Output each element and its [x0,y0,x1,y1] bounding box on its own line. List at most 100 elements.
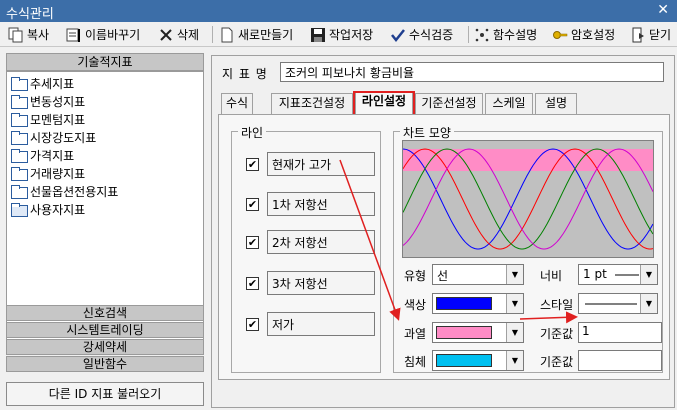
tree-item-label: 모멘텀지표 [30,112,86,127]
baseline-2-label: 기준값 [540,355,574,369]
line-settings-panel: 라인 ✔ 현재가 고가 ✔ 1차 저항선 ✔ 2차 저항선 ✔ 3차 저항선 ✔… [218,114,670,380]
tree-item-label: 거래량지표 [30,166,86,181]
tree-item-label: 가격지표 [30,148,75,163]
tab-line-settings[interactable]: 라인설정 [355,91,413,115]
tree-item-label: 시장강도지표 [30,130,97,145]
tree-item-trend[interactable]: 추세지표 [11,74,74,92]
close-icon[interactable]: ✕ [657,2,669,18]
baseline-1-label: 기준값 [540,327,574,341]
style-dropdown[interactable]: ▼ [578,293,658,314]
folder-icon [11,149,28,163]
chevron-down-icon[interactable]: ▼ [640,294,657,313]
line-row[interactable]: ✔ 3차 저항선 [246,271,375,295]
category-general-functions[interactable]: 일반함수 [6,356,204,372]
chevron-down-icon[interactable]: ▼ [506,351,523,370]
oversold-color-dropdown[interactable]: ▼ [432,350,524,371]
tab-formula[interactable]: 수식 [221,93,253,114]
width-dropdown[interactable]: 1 pt ▼ [578,264,658,285]
tree-item-label: 추세지표 [30,76,75,91]
delete-button[interactable]: 삭제 [158,24,199,45]
copy-button[interactable]: 복사 [8,24,49,45]
line-checkbox[interactable]: ✔ [246,276,259,290]
tree-item-market-strength[interactable]: 시장강도지표 [11,128,96,146]
color-swatch [436,297,492,310]
tab-baseline-settings[interactable]: 기준선설정 [415,93,483,114]
line-checkbox[interactable]: ✔ [246,235,259,249]
tree-item-price[interactable]: 가격지표 [11,146,74,164]
line-row[interactable]: ✔ 현재가 고가 [246,152,375,176]
line-label[interactable]: 1차 저항선 [267,192,375,216]
chevron-down-icon[interactable]: ▼ [506,294,523,313]
chevron-down-icon[interactable]: ▼ [640,265,657,284]
chevron-down-icon[interactable]: ▼ [506,323,523,342]
category-bull-bear[interactable]: 강세약세 [6,339,204,355]
line-style-preview [402,140,654,258]
indicator-name-input[interactable]: 조커의 피보나치 황금비율 [280,62,664,82]
line-row[interactable]: ✔ 저가 [246,312,375,336]
lines-group: 라인 ✔ 현재가 고가 ✔ 1차 저항선 ✔ 2차 저항선 ✔ 3차 저항선 ✔… [231,124,381,373]
tree-item-volume[interactable]: 거래량지표 [11,164,85,182]
close-label: 닫기 [649,28,672,42]
tree-item-label: 선물옵션전용지표 [30,184,119,199]
category-signal-search[interactable]: 신호검색 [6,305,204,321]
verify-button[interactable]: 수식검증 [390,24,453,45]
line-label[interactable]: 3차 저항선 [267,271,375,295]
toolbar: 복사 이름바꾸기 삭제 새로만들기 작업저장 수식검증 함수설명 암호설정 닫기 [0,22,677,47]
category-header[interactable]: 기술적지표 [6,53,204,71]
function-help-button[interactable]: 함수설명 [474,24,537,45]
style-label: 스타일 [540,298,574,312]
chevron-down-icon[interactable]: ▼ [506,265,523,284]
tab-condition-settings[interactable]: 지표조건설정 [271,93,353,114]
width-value: 1 pt [583,267,607,281]
color-dropdown[interactable]: ▼ [432,293,524,314]
checkmark-icon [390,27,406,43]
type-label: 유형 [404,269,427,283]
close-button[interactable]: 닫기 [630,24,671,45]
line-checkbox[interactable]: ✔ [246,157,259,171]
oversold-label: 침체 [404,355,427,369]
rename-label: 이름바꾸기 [85,28,141,42]
verify-label: 수식검증 [409,28,454,42]
baseline-1-input[interactable]: 1 [578,322,662,343]
delete-label: 삭제 [177,28,200,42]
overbought-color-dropdown[interactable]: ▼ [432,322,524,343]
line-label[interactable]: 2차 저항선 [267,230,375,254]
copy-icon [8,27,24,43]
tree-item-label: 사용자지표 [30,202,86,217]
line-row[interactable]: ✔ 1차 저항선 [246,192,375,216]
new-button[interactable]: 새로만들기 [219,24,293,45]
line-checkbox[interactable]: ✔ [246,197,259,211]
category-system-trading[interactable]: 시스템트레이딩 [6,322,204,338]
tree-item-user[interactable]: 사용자지표 [11,200,85,218]
tab-description[interactable]: 설명 [535,93,577,114]
folder-icon [11,95,28,109]
chart-shape-group: 차트 모양 유형 선 ▼ 너비 1 pt ▼ 색상 ▼ 스타일 ▼ 과열 ▼ 기… [393,124,663,373]
width-label: 너비 [540,269,563,283]
line-row[interactable]: ✔ 2차 저항선 [246,230,375,254]
tree-item-volatility[interactable]: 변동성지표 [11,92,85,110]
load-other-id-button[interactable]: 다른 ID 지표 불러오기 [6,382,204,406]
copy-label: 복사 [27,28,50,42]
tree-item-futures-options[interactable]: 선물옵션전용지표 [11,182,118,200]
line-label[interactable]: 저가 [267,312,375,336]
tree-item-label: 변동성지표 [30,94,86,109]
save-button[interactable]: 작업저장 [310,24,373,45]
password-button[interactable]: 암호설정 [552,24,615,45]
rename-button[interactable]: 이름바꾸기 [66,24,140,45]
indicator-sidebar: 기술적지표 추세지표 변동성지표 모멘텀지표 시장강도지표 가격지표 거래량지표… [2,51,206,407]
chart-shape-group-title: 차트 모양 [400,124,454,141]
tree-item-momentum[interactable]: 모멘텀지표 [11,110,85,128]
oversold-color-swatch [436,354,492,367]
line-label[interactable]: 현재가 고가 [267,152,375,176]
new-document-icon [219,27,235,43]
rename-icon [66,27,82,43]
color-label: 색상 [404,298,427,312]
lines-group-title: 라인 [238,124,267,141]
baseline-2-input[interactable] [578,350,662,371]
delete-icon [158,27,174,43]
window-title: 수식관리 [6,7,54,22]
folder-icon [11,77,28,91]
line-checkbox[interactable]: ✔ [246,317,259,331]
tab-scale[interactable]: 스케일 [485,93,533,114]
type-dropdown[interactable]: 선 ▼ [432,264,524,285]
